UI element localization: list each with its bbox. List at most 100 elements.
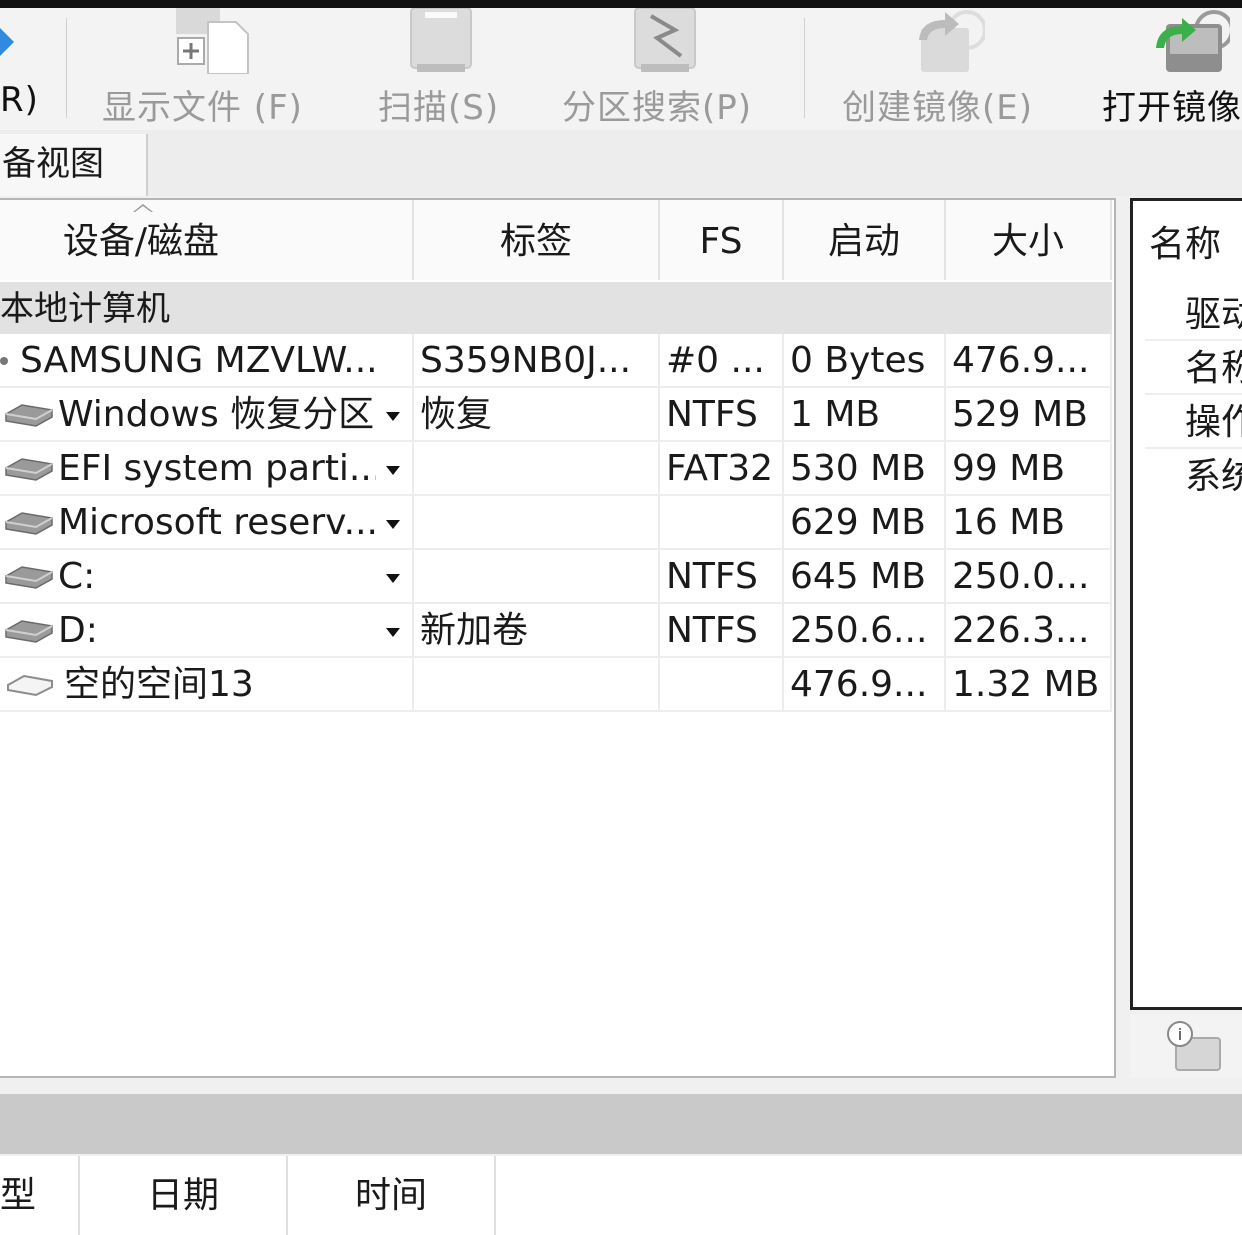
open-image-button[interactable]: 打开镜像	[1100, 8, 1242, 130]
cell-start: 629 MB	[784, 496, 946, 548]
cell-device: D:	[0, 604, 414, 656]
partition-search-button[interactable]: 分区搜索(P)	[560, 8, 770, 130]
cell-fs: NTFS	[660, 550, 784, 602]
scan-disk-icon	[410, 8, 472, 72]
partition-icon	[5, 512, 53, 535]
create-image-icon	[919, 10, 985, 72]
dropdown-arrow-icon[interactable]	[386, 520, 400, 529]
table-header: 设备/磁盘 标签 FS 启动 大小	[0, 200, 1112, 280]
cell-start: 0 Bytes	[784, 334, 946, 386]
device-name: EFI system parti...	[58, 448, 376, 489]
cell-device: EFI system parti...	[0, 442, 414, 494]
scan-button[interactable]: 扫描(S)	[376, 8, 506, 130]
device-name: Microsoft reserv...	[58, 502, 376, 543]
svg-text:i: i	[1178, 1025, 1182, 1044]
cell-size: 16 MB	[946, 496, 1112, 548]
group-local-computer[interactable]: 本地计算机	[0, 282, 1112, 334]
device-name: SAMSUNG MZVLW...	[20, 340, 376, 381]
toolbar: R) 显示文件 (F) 扫描(S) 分区搜索(P) 创建镜像(E) 打开镜像	[0, 8, 1242, 130]
cell-start: 645 MB	[784, 550, 946, 602]
cell-label: 新加卷	[414, 604, 660, 656]
column-header-size[interactable]: 大小	[946, 200, 1112, 280]
empty-space-icon	[7, 674, 53, 697]
cell-fs	[660, 496, 784, 548]
toolbar-label-scan: 扫描(S)	[378, 88, 500, 128]
toolbar-button-partial[interactable]: R)	[0, 8, 60, 130]
info-item-operation: 操作	[1145, 393, 1242, 447]
show-files-button[interactable]: 显示文件 (F)	[100, 8, 320, 130]
table-row[interactable]: 空的空间13 476.9... 1.32 MB	[0, 658, 1112, 712]
dropdown-arrow-icon[interactable]	[386, 628, 400, 637]
dropdown-arrow-icon[interactable]	[386, 466, 400, 475]
cell-fs: #0 ...	[660, 334, 784, 386]
cell-label	[414, 442, 660, 494]
cell-start: 250.6...	[784, 604, 946, 656]
cell-label	[414, 658, 660, 710]
info-icon[interactable]: i	[1166, 1020, 1222, 1072]
device-name: Windows 恢复分区	[58, 394, 375, 435]
info-item-system: 系统	[1145, 447, 1242, 501]
cell-size: 226.3...	[946, 604, 1112, 656]
column-header-fs[interactable]: FS	[660, 200, 784, 280]
info-item-name: 名称	[1145, 339, 1242, 393]
toolbar-label-partial: R)	[0, 80, 39, 120]
cell-start: 476.9...	[784, 658, 946, 710]
cell-start: 1 MB	[784, 388, 946, 440]
table-row[interactable]: C: NTFS 645 MB 250.0...	[0, 550, 1112, 604]
bottom-panel-title-bar	[0, 1094, 1242, 1154]
toolbar-label-create-image: 创建镜像(E)	[842, 88, 1034, 128]
table-row[interactable]: D: 新加卷 NTFS 250.6... 226.3...	[0, 604, 1112, 658]
cell-size: 476.9...	[946, 334, 1112, 386]
cell-label	[414, 550, 660, 602]
toolbar-label-show-files: 显示文件 (F)	[102, 88, 303, 128]
cell-size: 529 MB	[946, 388, 1112, 440]
open-image-icon	[1156, 10, 1230, 72]
info-panel: 名称 驱动 名称 操作 系统	[1130, 198, 1242, 1010]
cell-device: Windows 恢复分区	[0, 388, 414, 440]
info-panel-header: 名称	[1149, 224, 1222, 265]
column-header-start[interactable]: 启动	[784, 200, 946, 280]
table-row[interactable]: SAMSUNG MZVLW... S359NB0J... #0 ... 0 Bytes…	[0, 334, 1112, 388]
show-files-icon	[176, 8, 249, 74]
window-top-edge	[0, 0, 1242, 8]
file-list-header: 型 日期 时间	[0, 1156, 1242, 1235]
partial-icon	[0, 28, 14, 56]
device-table: 设备/磁盘 标签 FS 启动 大小 本地计算机 SAMSUNG MZVLW...…	[0, 198, 1116, 1078]
partition-icon	[5, 620, 53, 643]
dropdown-arrow-icon[interactable]	[386, 412, 400, 421]
table-row[interactable]: EFI system parti... FAT32 530 MB 99 MB	[0, 442, 1112, 496]
cell-device: 空的空间13	[0, 658, 414, 710]
table-row[interactable]: Windows 恢复分区 恢复 NTFS 1 MB 529 MB	[0, 388, 1112, 442]
cell-size: 99 MB	[946, 442, 1112, 494]
partition-search-icon	[634, 8, 696, 72]
cell-start: 530 MB	[784, 442, 946, 494]
info-item-driver: 驱动	[1185, 294, 1242, 335]
cell-fs	[660, 658, 784, 710]
cell-fs: NTFS	[660, 388, 784, 440]
dropdown-arrow-icon[interactable]	[386, 574, 400, 583]
cell-device: SAMSUNG MZVLW...	[0, 334, 414, 386]
tab-device-view[interactable]: 备视图	[0, 134, 148, 196]
cell-label: 恢复	[414, 388, 660, 440]
column-header-type[interactable]: 型	[0, 1156, 80, 1235]
cell-fs: FAT32	[660, 442, 784, 494]
device-name: D:	[58, 610, 98, 651]
cell-device: C:	[0, 550, 414, 602]
cell-size: 1.32 MB	[946, 658, 1112, 710]
column-header-label[interactable]: 标签	[414, 200, 660, 280]
column-header-time[interactable]: 时间	[288, 1156, 496, 1235]
cell-fs: NTFS	[660, 604, 784, 656]
column-header-device[interactable]: 设备/磁盘	[0, 200, 414, 280]
info-panel-footer: i	[1130, 1014, 1242, 1078]
table-row[interactable]: Microsoft reserv... 629 MB 16 MB	[0, 496, 1112, 550]
device-name: C:	[58, 556, 96, 597]
view-tab-bar: 备视图	[0, 130, 1242, 196]
toolbar-label-partition-search: 分区搜索(P)	[562, 88, 753, 128]
partition-icon	[5, 404, 53, 427]
column-header-date[interactable]: 日期	[80, 1156, 288, 1235]
create-image-button[interactable]: 创建镜像(E)	[840, 8, 1050, 130]
cell-label: S359NB0J...	[414, 334, 660, 386]
cell-label	[414, 496, 660, 548]
cell-size: 250.0...	[946, 550, 1112, 602]
splitter[interactable]	[0, 1078, 1242, 1094]
